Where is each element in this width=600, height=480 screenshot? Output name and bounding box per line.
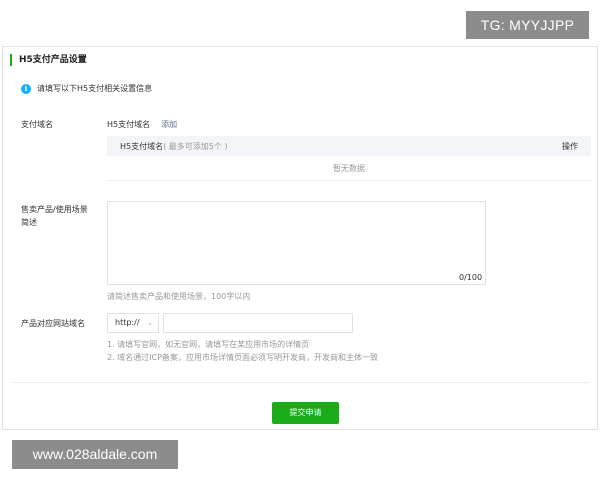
website-note-1: 1. 请填写官网，如无官网，请填写在某应用市场的详情页 <box>107 340 310 349</box>
product-desc-label: 售卖产品/使用场景 简述 <box>21 203 88 229</box>
product-desc-textarea[interactable] <box>107 201 486 285</box>
product-desc-hint: 请简述售卖产品和使用场景，100字以内 <box>107 292 251 301</box>
protocol-value: http:// <box>115 318 140 327</box>
col-domain-hint: ( 最多可添加5个 ) <box>163 141 228 151</box>
pay-domain-header: H5支付域名 添加 <box>107 119 177 130</box>
website-domain-label: 产品对应网站域名 <box>21 319 85 328</box>
col-action-header: 操作 <box>562 141 578 151</box>
chevron-down-icon: ⌄ <box>147 319 153 327</box>
notice-banner: i 请填写以下H5支付相关设置信息 <box>21 83 152 94</box>
divider <box>12 382 590 383</box>
col-domain-title: H5支付域名 <box>120 141 164 151</box>
domain-table-empty: 暂无数据 <box>107 156 591 181</box>
submit-button[interactable]: 提交申请 <box>272 402 339 424</box>
h5-domain-field-label: H5支付域名 <box>107 120 151 129</box>
h5-pay-settings-panel: H5支付产品设置 i 请填写以下H5支付相关设置信息 支付域名 H5支付域名 添… <box>2 46 598 430</box>
add-domain-link[interactable]: 添加 <box>161 119 177 130</box>
product-desc-label-line2: 简述 <box>21 218 37 227</box>
domain-table-header: H5支付域名( 最多可添加5个 ) 操作 <box>107 136 591 156</box>
domain-table: H5支付域名( 最多可添加5个 ) 操作 暂无数据 <box>107 136 591 181</box>
watermark-top: TG: MYYJJPP <box>466 11 589 39</box>
pay-domain-label: 支付域名 <box>21 120 53 129</box>
notice-text: 请填写以下H5支付相关设置信息 <box>37 84 153 93</box>
char-counter: 0/100 <box>459 273 483 282</box>
info-icon: i <box>21 83 31 94</box>
product-desc-label-line1: 售卖产品/使用场景 <box>21 205 88 214</box>
watermark-bottom: www.028aldale.com <box>12 440 178 469</box>
website-note-2: 2. 域名通过ICP备案，应用市场详情页面必须写明开发商，开发商和主体一致 <box>107 353 378 362</box>
section-title: H5支付产品设置 <box>10 54 87 66</box>
website-url-input[interactable] <box>163 313 353 333</box>
col-domain-header: H5支付域名( 最多可添加5个 ) <box>120 141 228 152</box>
protocol-select[interactable]: http:// ⌄ <box>107 313 159 333</box>
